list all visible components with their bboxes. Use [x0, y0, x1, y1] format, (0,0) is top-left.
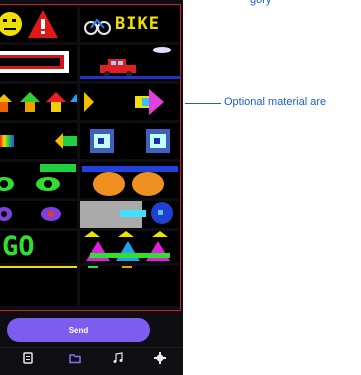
callout-line	[185, 103, 221, 104]
tile-up-arrows[interactable]	[0, 84, 77, 120]
tab-material[interactable]	[60, 352, 90, 374]
right-arrows-graphic	[84, 89, 164, 115]
tile-partial-right[interactable]	[80, 266, 180, 306]
top-partial-annotation: gory	[250, 0, 272, 6]
rainbow-left-graphic	[0, 133, 77, 149]
green-eyes-graphic	[0, 164, 76, 191]
tile-car[interactable]	[80, 45, 180, 81]
send-button[interactable]: Send	[7, 318, 150, 342]
tile-eye-windows[interactable]	[80, 123, 180, 159]
tile-comet[interactable]	[80, 201, 180, 228]
tile-right-arrows[interactable]	[80, 84, 180, 120]
up-arrows-graphic	[0, 92, 77, 112]
comet-graphic	[80, 201, 173, 228]
partial-left-graphic	[0, 266, 77, 268]
tile-orange-blobs[interactable]	[80, 162, 180, 198]
invaders-graphic	[84, 231, 170, 261]
tile-invaders[interactable]	[80, 231, 180, 263]
folder-icon	[69, 354, 81, 364]
tile-partial-left[interactable]	[0, 266, 77, 306]
partial-right-graphic	[88, 266, 132, 268]
orange-blobs-graphic	[82, 166, 178, 196]
bike-text: BIKE	[115, 14, 160, 34]
phone-screen: BIKE GO Send	[0, 0, 183, 375]
tab-music[interactable]	[103, 352, 133, 374]
music-note-icon	[113, 352, 123, 363]
tab-settings[interactable]	[145, 352, 175, 374]
eye-windows-graphic	[90, 129, 170, 153]
optional-material-annotation: Optional material are	[224, 96, 327, 108]
car-icon	[80, 47, 180, 79]
tile-frame-bar[interactable]	[0, 45, 77, 81]
frame-bar-graphic	[0, 51, 69, 73]
tile-emoji-warning[interactable]	[0, 6, 77, 42]
gear-icon	[154, 352, 166, 364]
tile-go[interactable]: GO	[0, 231, 77, 263]
emoji-warning-graphic	[0, 10, 58, 38]
tab-text[interactable]	[13, 352, 43, 374]
tile-green-eyes[interactable]	[0, 162, 77, 198]
tile-bike[interactable]: BIKE	[80, 6, 180, 42]
tile-rainbow-left[interactable]	[0, 123, 77, 159]
go-text: GO	[2, 231, 35, 262]
tile-purple-eyes[interactable]	[0, 201, 77, 228]
bottom-nav	[0, 347, 183, 375]
file-icon	[23, 352, 33, 364]
purple-eyes-graphic	[0, 207, 61, 221]
